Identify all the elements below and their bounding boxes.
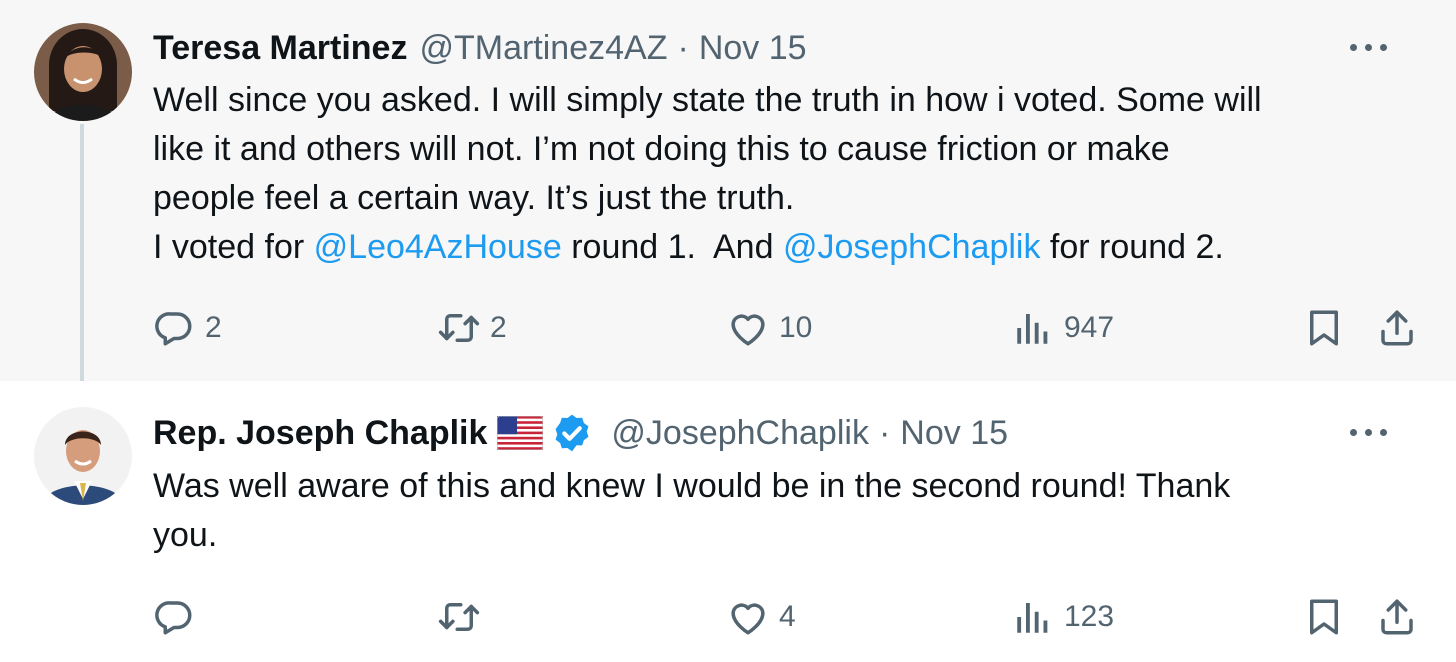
more-icon[interactable]: [1350, 429, 1388, 437]
action-bar: 4 123: [0, 592, 1456, 642]
repost-count: 2: [490, 311, 507, 344]
text-segment: for round 2.: [1040, 228, 1224, 266]
text-segment: round 1. And: [561, 228, 783, 266]
views-icon: [1012, 596, 1054, 638]
more-icon[interactable]: [1350, 44, 1388, 52]
views-count: 947: [1064, 311, 1115, 344]
reply-button[interactable]: [153, 592, 205, 642]
reply-icon: [153, 596, 195, 638]
tweet-header: Rep. Joseph Chaplik @JosephChaplik · Nov…: [153, 409, 1426, 457]
tweet-text-line: I voted for @Leo4AzHouse round 1. And @J…: [153, 223, 1423, 272]
tweet-text-line: Was well aware of this and knew I would …: [153, 467, 1231, 505]
us-flag-icon: [497, 416, 544, 450]
views-button[interactable]: 123: [1012, 592, 1114, 642]
avatar-woman-icon: [34, 23, 132, 121]
heart-icon: [727, 596, 769, 638]
separator-dot: ·: [878, 413, 891, 452]
tweet-text-line: you.: [153, 516, 218, 554]
reply-count: 2: [205, 311, 222, 344]
repost-icon: [438, 307, 480, 349]
tweet-text-line: people feel a certain way. It’s just the…: [153, 179, 795, 217]
bookmark-icon: [1303, 307, 1345, 349]
tweet-text: Was well aware of this and knew I would …: [153, 462, 1423, 560]
bookmark-button[interactable]: [1303, 303, 1345, 353]
share-button[interactable]: [1376, 592, 1418, 642]
display-name[interactable]: Teresa Martinez: [153, 29, 407, 68]
repost-button[interactable]: 2: [438, 303, 507, 353]
repost-button[interactable]: [438, 592, 490, 642]
user-handle[interactable]: @TMartinez4AZ: [419, 29, 667, 68]
like-button[interactable]: 10: [727, 303, 812, 353]
views-icon: [1012, 307, 1054, 349]
text-segment: I voted for: [153, 228, 314, 266]
tweet-date[interactable]: Nov 15: [900, 414, 1008, 453]
reply-icon: [153, 307, 195, 349]
tweet-text: Well since you asked. I will simply stat…: [153, 76, 1423, 272]
repost-icon: [438, 596, 480, 638]
avatar-man-icon: [34, 407, 132, 505]
tweet-teresa-martinez[interactable]: Teresa Martinez @TMartinez4AZ · Nov 15 W…: [0, 0, 1456, 398]
separator-dot: ·: [677, 28, 689, 67]
like-count: 4: [779, 600, 796, 633]
thread-line: [80, 124, 84, 398]
share-icon: [1376, 596, 1418, 638]
share-icon: [1376, 307, 1418, 349]
mention-link-josephchaplik[interactable]: @JosephChaplik: [783, 228, 1041, 266]
views-button[interactable]: 947: [1012, 303, 1114, 353]
views-count: 123: [1064, 600, 1115, 633]
tweet-header: Teresa Martinez @TMartinez4AZ · Nov 15: [153, 24, 1426, 72]
share-button[interactable]: [1376, 303, 1418, 353]
avatar[interactable]: [34, 23, 132, 121]
heart-icon: [727, 307, 769, 349]
action-bar: 2 2 10 947: [0, 303, 1456, 353]
user-handle[interactable]: @JosephChaplik: [611, 414, 869, 453]
reply-button[interactable]: 2: [153, 303, 222, 353]
like-count: 10: [779, 311, 813, 344]
display-name[interactable]: Rep. Joseph Chaplik: [153, 414, 487, 453]
tweet-text-line: like it and others will not. I’m not doi…: [153, 130, 1170, 168]
like-button[interactable]: 4: [727, 592, 796, 642]
mention-link-leo4azhouse[interactable]: @Leo4AzHouse: [314, 228, 562, 266]
tweet-text-line: Well since you asked. I will simply stat…: [153, 81, 1262, 119]
tweet-date[interactable]: Nov 15: [699, 29, 807, 68]
verified-badge-icon[interactable]: [551, 412, 593, 454]
bookmark-button[interactable]: [1303, 592, 1345, 642]
bookmark-icon: [1303, 596, 1345, 638]
avatar[interactable]: [34, 407, 132, 505]
